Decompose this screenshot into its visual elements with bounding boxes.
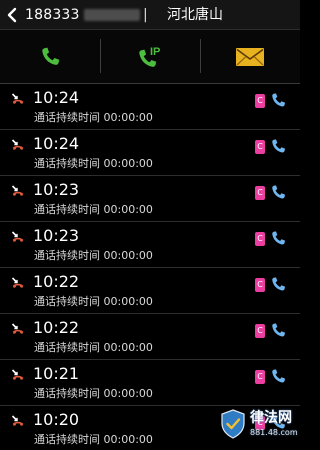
phone-icon[interactable] [270, 138, 288, 156]
missed-call-icon [11, 277, 24, 288]
call-duration: 通话持续时间 00:00:00 [34, 157, 153, 170]
phone-icon[interactable] [270, 368, 288, 386]
call-time: 10:20 [33, 410, 80, 429]
sim-card-badge: C [255, 232, 265, 246]
sim-card-badge: C [255, 370, 265, 384]
call-log-row[interactable]: 10:23 通话持续时间 00:00:00 C [0, 222, 300, 268]
call-log-row[interactable]: 10:24 通话持续时间 00:00:00 C [0, 84, 300, 130]
call-log-row[interactable]: 10:22 通话持续时间 00:00:00 C [0, 314, 300, 360]
call-duration: 通话持续时间 00:00:00 [34, 203, 153, 216]
call-log-list: 10:24 通话持续时间 00:00:00 C 10:24 通话持续时间 00:… [0, 84, 300, 450]
missed-call-icon [11, 185, 24, 196]
phone-icon [42, 47, 60, 65]
phone-icon[interactable] [270, 184, 288, 202]
call-duration: 通话持续时间 00:00:00 [34, 387, 153, 400]
call-time: 10:22 [33, 318, 80, 337]
sim-card-badge: C [255, 140, 265, 154]
call-duration: 通话持续时间 00:00:00 [34, 433, 153, 446]
sim-card-badge: C [255, 416, 265, 430]
title-bar: 188333 | 河北唐山 [0, 0, 300, 30]
phone-icon[interactable] [270, 414, 288, 432]
sim-card-badge: C [255, 94, 265, 108]
call-log-row[interactable]: 10:21 通话持续时间 00:00:00 C [0, 360, 300, 406]
call-time: 10:24 [33, 134, 80, 153]
ip-call-button[interactable]: IP [100, 30, 200, 83]
envelope-icon [236, 47, 264, 66]
ip-label: IP [150, 46, 160, 58]
phone-location: 河北唐山 [167, 7, 223, 23]
call-duration: 通话持续时间 00:00:00 [34, 341, 153, 354]
missed-call-icon [11, 415, 24, 426]
phone-icon[interactable] [270, 322, 288, 340]
call-duration: 通话持续时间 00:00:00 [34, 249, 153, 262]
message-button[interactable] [200, 30, 300, 83]
call-time: 10:21 [33, 364, 80, 383]
call-log-row[interactable]: 10:22 通话持续时间 00:00:00 C [0, 268, 300, 314]
call-log-row[interactable]: 10:23 通话持续时间 00:00:00 C [0, 176, 300, 222]
ip-phone-icon: IP [139, 46, 160, 67]
missed-call-icon [11, 93, 24, 104]
call-time: 10:23 [33, 180, 80, 199]
call-duration: 通话持续时间 00:00:00 [34, 111, 153, 124]
phone-icon[interactable] [270, 276, 288, 294]
call-log-row[interactable]: 10:20 通话持续时间 00:00:00 C [0, 406, 300, 450]
phone-number: 188333 [25, 7, 80, 23]
title-separator: | [143, 7, 148, 23]
call-time: 10:24 [33, 88, 80, 107]
missed-call-icon [11, 323, 24, 334]
missed-call-icon [11, 231, 24, 242]
phone-icon[interactable] [270, 230, 288, 248]
call-time: 10:22 [33, 272, 80, 291]
call-button[interactable] [0, 30, 100, 83]
call-log-row[interactable]: 10:24 通话持续时间 00:00:00 C [0, 130, 300, 176]
phone-icon[interactable] [270, 92, 288, 110]
chevron-left-icon[interactable] [6, 7, 18, 23]
sim-card-badge: C [255, 186, 265, 200]
sim-card-badge: C [255, 278, 265, 292]
missed-call-icon [11, 369, 24, 380]
call-time: 10:23 [33, 226, 80, 245]
masked-digits [84, 9, 140, 21]
call-duration: 通话持续时间 00:00:00 [34, 295, 153, 308]
missed-call-icon [11, 139, 24, 150]
action-toolbar: IP [0, 30, 300, 84]
sim-card-badge: C [255, 324, 265, 338]
